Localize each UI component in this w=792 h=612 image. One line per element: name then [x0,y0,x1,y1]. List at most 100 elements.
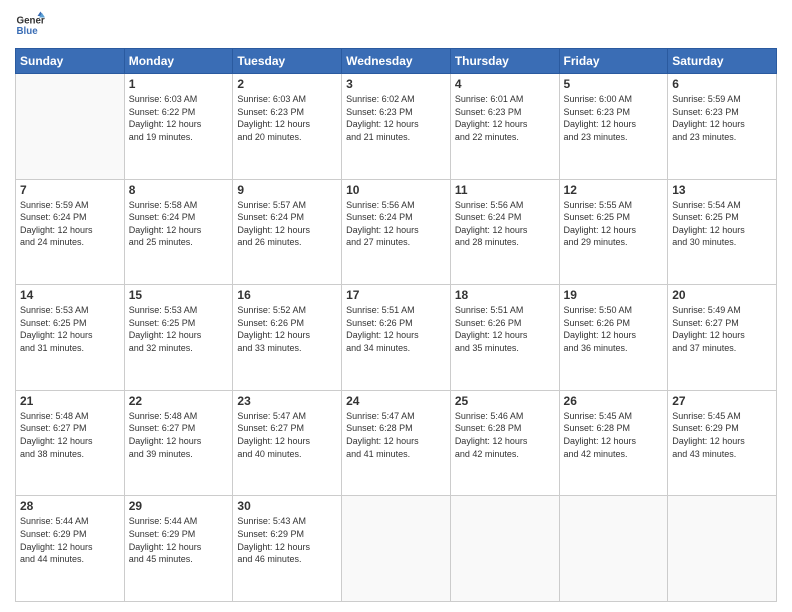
day-number: 28 [20,499,120,513]
day-info: Sunrise: 5:49 AM Sunset: 6:27 PM Dayligh… [672,304,772,354]
day-info: Sunrise: 5:45 AM Sunset: 6:29 PM Dayligh… [672,410,772,460]
day-number: 8 [129,183,229,197]
day-number: 5 [564,77,664,91]
day-number: 27 [672,394,772,408]
day-info: Sunrise: 5:53 AM Sunset: 6:25 PM Dayligh… [20,304,120,354]
day-info: Sunrise: 5:53 AM Sunset: 6:25 PM Dayligh… [129,304,229,354]
day-cell: 1 Sunrise: 6:03 AM Sunset: 6:22 PM Daylig… [124,74,233,180]
day-number: 3 [346,77,446,91]
day-info: Sunrise: 6:03 AM Sunset: 6:22 PM Dayligh… [129,93,229,143]
day-number: 16 [237,288,337,302]
logo-icon: General Blue [15,10,45,40]
day-info: Sunrise: 5:47 AM Sunset: 6:28 PM Dayligh… [346,410,446,460]
day-cell: 8 Sunrise: 5:58 AM Sunset: 6:24 PM Daylig… [124,179,233,285]
day-number: 22 [129,394,229,408]
day-info: Sunrise: 5:58 AM Sunset: 6:24 PM Dayligh… [129,199,229,249]
day-info: Sunrise: 5:51 AM Sunset: 6:26 PM Dayligh… [455,304,555,354]
day-info: Sunrise: 5:54 AM Sunset: 6:25 PM Dayligh… [672,199,772,249]
day-info: Sunrise: 6:00 AM Sunset: 6:23 PM Dayligh… [564,93,664,143]
day-cell [450,496,559,602]
day-info: Sunrise: 5:50 AM Sunset: 6:26 PM Dayligh… [564,304,664,354]
day-number: 29 [129,499,229,513]
day-cell: 23 Sunrise: 5:47 AM Sunset: 6:27 PM Dayli… [233,390,342,496]
day-number: 7 [20,183,120,197]
day-cell: 22 Sunrise: 5:48 AM Sunset: 6:27 PM Dayli… [124,390,233,496]
day-cell: 13 Sunrise: 5:54 AM Sunset: 6:25 PM Dayli… [668,179,777,285]
day-info: Sunrise: 5:48 AM Sunset: 6:27 PM Dayligh… [129,410,229,460]
day-cell: 27 Sunrise: 5:45 AM Sunset: 6:29 PM Dayli… [668,390,777,496]
day-cell: 15 Sunrise: 5:53 AM Sunset: 6:25 PM Dayli… [124,285,233,391]
week-row-1: 1 Sunrise: 6:03 AM Sunset: 6:22 PM Daylig… [16,74,777,180]
day-cell: 6 Sunrise: 5:59 AM Sunset: 6:23 PM Daylig… [668,74,777,180]
day-cell: 29 Sunrise: 5:44 AM Sunset: 6:29 PM Dayli… [124,496,233,602]
day-number: 20 [672,288,772,302]
day-cell: 12 Sunrise: 5:55 AM Sunset: 6:25 PM Dayli… [559,179,668,285]
col-header-wednesday: Wednesday [342,49,451,74]
day-info: Sunrise: 5:55 AM Sunset: 6:25 PM Dayligh… [564,199,664,249]
day-cell: 14 Sunrise: 5:53 AM Sunset: 6:25 PM Dayli… [16,285,125,391]
day-number: 14 [20,288,120,302]
day-number: 6 [672,77,772,91]
day-number: 13 [672,183,772,197]
day-number: 18 [455,288,555,302]
day-info: Sunrise: 5:44 AM Sunset: 6:29 PM Dayligh… [20,515,120,565]
week-row-2: 7 Sunrise: 5:59 AM Sunset: 6:24 PM Daylig… [16,179,777,285]
day-cell [16,74,125,180]
day-info: Sunrise: 5:46 AM Sunset: 6:28 PM Dayligh… [455,410,555,460]
day-cell: 28 Sunrise: 5:44 AM Sunset: 6:29 PM Dayli… [16,496,125,602]
day-cell: 5 Sunrise: 6:00 AM Sunset: 6:23 PM Daylig… [559,74,668,180]
day-info: Sunrise: 5:51 AM Sunset: 6:26 PM Dayligh… [346,304,446,354]
day-cell: 7 Sunrise: 5:59 AM Sunset: 6:24 PM Daylig… [16,179,125,285]
day-cell: 4 Sunrise: 6:01 AM Sunset: 6:23 PM Daylig… [450,74,559,180]
day-cell: 26 Sunrise: 5:45 AM Sunset: 6:28 PM Dayli… [559,390,668,496]
day-info: Sunrise: 6:01 AM Sunset: 6:23 PM Dayligh… [455,93,555,143]
day-number: 2 [237,77,337,91]
day-cell: 2 Sunrise: 6:03 AM Sunset: 6:23 PM Daylig… [233,74,342,180]
day-cell: 11 Sunrise: 5:56 AM Sunset: 6:24 PM Dayli… [450,179,559,285]
col-header-thursday: Thursday [450,49,559,74]
day-number: 15 [129,288,229,302]
day-info: Sunrise: 5:56 AM Sunset: 6:24 PM Dayligh… [455,199,555,249]
week-row-3: 14 Sunrise: 5:53 AM Sunset: 6:25 PM Dayli… [16,285,777,391]
day-info: Sunrise: 5:59 AM Sunset: 6:23 PM Dayligh… [672,93,772,143]
day-cell [342,496,451,602]
day-cell: 16 Sunrise: 5:52 AM Sunset: 6:26 PM Dayli… [233,285,342,391]
day-info: Sunrise: 5:48 AM Sunset: 6:27 PM Dayligh… [20,410,120,460]
day-info: Sunrise: 6:03 AM Sunset: 6:23 PM Dayligh… [237,93,337,143]
day-number: 12 [564,183,664,197]
day-info: Sunrise: 5:44 AM Sunset: 6:29 PM Dayligh… [129,515,229,565]
calendar-header-row: SundayMondayTuesdayWednesdayThursdayFrid… [16,49,777,74]
col-header-sunday: Sunday [16,49,125,74]
svg-text:Blue: Blue [17,26,39,37]
day-cell [668,496,777,602]
day-number: 9 [237,183,337,197]
day-info: Sunrise: 5:43 AM Sunset: 6:29 PM Dayligh… [237,515,337,565]
day-number: 11 [455,183,555,197]
day-cell [559,496,668,602]
day-number: 4 [455,77,555,91]
day-info: Sunrise: 5:59 AM Sunset: 6:24 PM Dayligh… [20,199,120,249]
header: General Blue [15,10,777,40]
day-number: 25 [455,394,555,408]
day-number: 23 [237,394,337,408]
day-number: 24 [346,394,446,408]
day-info: Sunrise: 5:47 AM Sunset: 6:27 PM Dayligh… [237,410,337,460]
day-info: Sunrise: 6:02 AM Sunset: 6:23 PM Dayligh… [346,93,446,143]
day-number: 19 [564,288,664,302]
day-info: Sunrise: 5:45 AM Sunset: 6:28 PM Dayligh… [564,410,664,460]
calendar: SundayMondayTuesdayWednesdayThursdayFrid… [15,48,777,602]
page: General Blue SundayMondayTuesdayWednesda… [0,0,792,612]
day-number: 21 [20,394,120,408]
day-number: 26 [564,394,664,408]
day-number: 1 [129,77,229,91]
day-cell: 17 Sunrise: 5:51 AM Sunset: 6:26 PM Dayli… [342,285,451,391]
day-cell: 19 Sunrise: 5:50 AM Sunset: 6:26 PM Dayli… [559,285,668,391]
col-header-friday: Friday [559,49,668,74]
day-cell: 9Sunrise: 5:57 AM Sunset: 6:24 PM Daylig… [233,179,342,285]
day-cell: 20 Sunrise: 5:49 AM Sunset: 6:27 PM Dayli… [668,285,777,391]
day-number: 17 [346,288,446,302]
day-info: Sunrise: 5:52 AM Sunset: 6:26 PM Dayligh… [237,304,337,354]
day-cell: 24 Sunrise: 5:47 AM Sunset: 6:28 PM Dayli… [342,390,451,496]
day-cell: 21 Sunrise: 5:48 AM Sunset: 6:27 PM Dayli… [16,390,125,496]
week-row-4: 21 Sunrise: 5:48 AM Sunset: 6:27 PM Dayli… [16,390,777,496]
